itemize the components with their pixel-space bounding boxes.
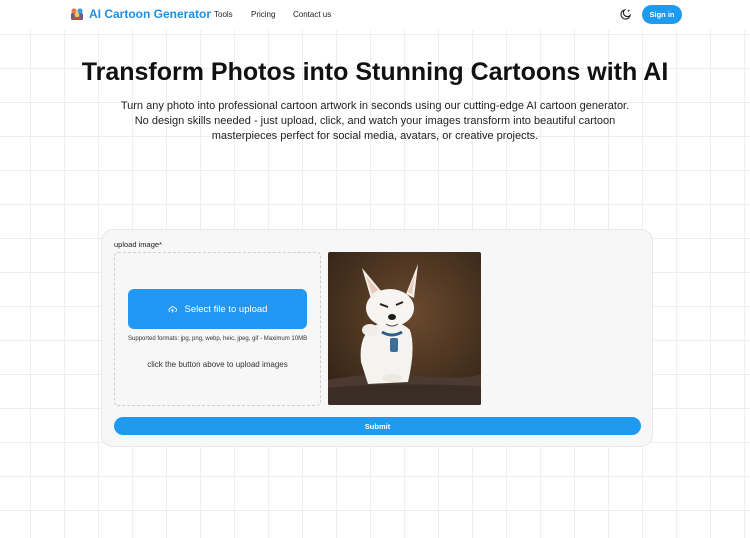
moon-icon[interactable] xyxy=(619,8,632,21)
nav-contact[interactable]: Contact us xyxy=(293,10,331,19)
brand-name: AI Cartoon Generator xyxy=(89,7,212,21)
upload-hint: click the button above to upload images xyxy=(147,360,288,369)
submit-button[interactable]: Submit xyxy=(114,417,641,435)
preview-image xyxy=(328,252,481,405)
sign-in-button[interactable]: Sign in xyxy=(642,5,682,24)
cloud-upload-icon xyxy=(168,305,177,313)
supported-formats: Supported formats: jpg, png, webp, heic,… xyxy=(128,336,308,342)
hero-title: Transform Photos into Stunning Cartoons … xyxy=(81,58,669,86)
select-file-label: Select file to upload xyxy=(184,303,268,315)
hero-description: Turn any photo into professional cartoon… xyxy=(120,100,630,142)
upload-label: upload image* xyxy=(114,240,162,249)
nav-pricing[interactable]: Pricing xyxy=(251,10,275,19)
cartoon-logo-icon xyxy=(71,8,83,20)
upload-card: upload image* Select file to upload Supp… xyxy=(101,229,653,447)
select-file-button[interactable]: Select file to upload xyxy=(128,289,307,329)
upload-dropzone[interactable]: Select file to upload Supported formats:… xyxy=(114,252,321,406)
brand-link[interactable]: AI Cartoon Generator xyxy=(70,7,211,21)
navbar: AI Cartoon Generator Tools Pricing Conta… xyxy=(0,0,750,30)
nav-tools[interactable]: Tools xyxy=(214,10,233,19)
